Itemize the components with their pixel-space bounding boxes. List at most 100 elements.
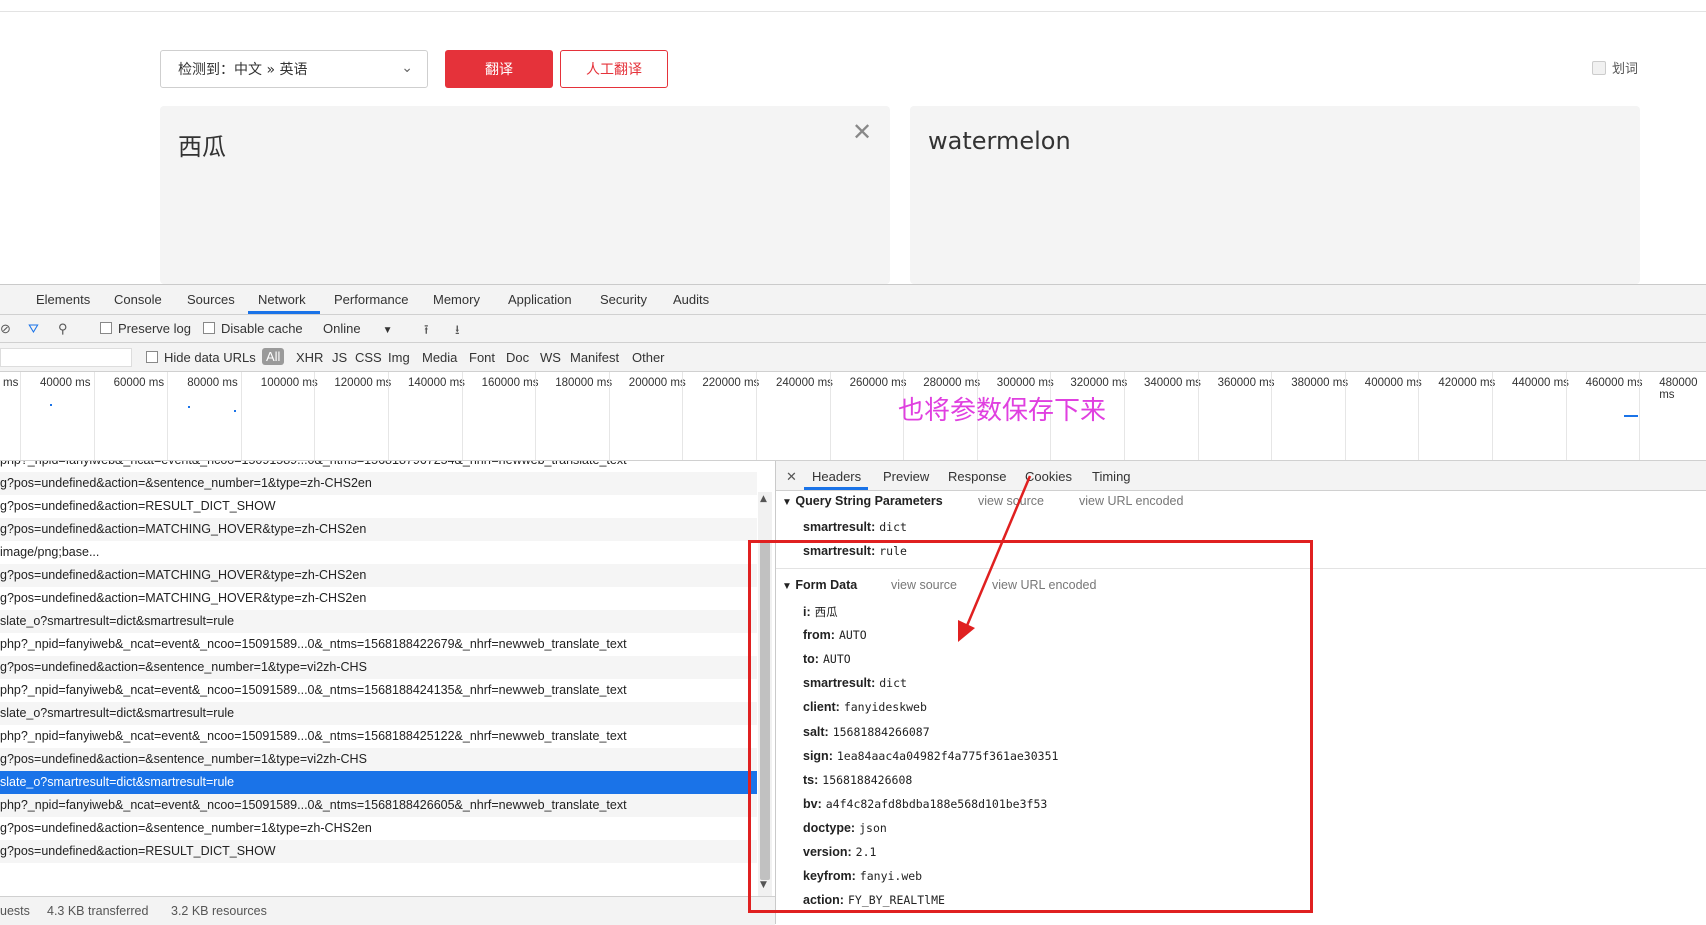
throttle-select[interactable]: Online ▼ — [323, 321, 392, 336]
timeline-tick-label: 140000 ms — [408, 377, 465, 389]
filter-all[interactable]: All — [262, 348, 285, 365]
filter-js[interactable]: JS — [332, 350, 347, 365]
timeline-gridline — [682, 372, 684, 460]
filter-other[interactable]: Other — [632, 350, 665, 365]
request-row[interactable]: php?_npid=fanyiweb&_ncat=event&_ncoo=150… — [0, 633, 757, 656]
tab-timing[interactable]: Timing — [1092, 469, 1131, 484]
filter-media[interactable]: Media — [422, 350, 457, 365]
timeline-gridline — [608, 372, 610, 460]
timeline-tick-label: 260000 ms — [849, 377, 907, 389]
filter-css[interactable]: CSS — [355, 350, 382, 365]
request-row[interactable]: g?pos=undefined&action=&sentence_number=… — [0, 656, 757, 679]
hide-data-urls-checkbox[interactable] — [146, 351, 158, 363]
human-translate-button[interactable]: 人工翻译 — [560, 50, 668, 88]
timeline-tick-label: 340000 ms — [1144, 377, 1201, 389]
tab-application[interactable]: Application — [508, 292, 572, 307]
timeline-dot — [234, 410, 236, 412]
language-select[interactable]: 检测到：中文 » 英语 ⌄ — [160, 50, 428, 88]
filter-input[interactable] — [0, 348, 132, 367]
translate-button[interactable]: 翻译 — [445, 50, 553, 88]
source-panel[interactable] — [160, 106, 890, 284]
timeline-gridline — [314, 372, 316, 460]
query-param-row: smartresult: dict — [803, 520, 907, 534]
request-row[interactable]: image/png;base... — [0, 541, 757, 564]
request-row[interactable]: php?_npid=fanyiweb&_ncat=event&_ncoo=150… — [0, 461, 757, 472]
tab-performance[interactable]: Performance — [334, 292, 408, 307]
annotation-text: 也将参数保存下来 — [898, 396, 1107, 426]
download-icon[interactable]: ⭳ — [455, 321, 460, 343]
network-timeline[interactable]: ms 40000 ms 60000 ms 80000 ms 100000 ms 12000… — [0, 372, 1706, 461]
disable-cache-option[interactable]: Disable cache — [203, 321, 303, 336]
request-row[interactable]: g?pos=undefined&action=&sentence_number=… — [0, 817, 757, 840]
request-row[interactable]: php?_npid=fanyiweb&_ncat=event&_ncoo=150… — [0, 794, 757, 817]
request-detail-tabs: ✕ Headers Preview Response Cookies Timin… — [776, 461, 1706, 491]
filter-font[interactable]: Font — [469, 350, 495, 365]
request-list[interactable]: php?_npid=fanyiweb&_ncat=event&_ncoo=150… — [0, 461, 757, 896]
word-select-label: 划词 — [1612, 62, 1639, 77]
clear-log-icon[interactable]: ⊘ — [0, 321, 11, 337]
filter-manifest[interactable]: Manifest — [570, 350, 619, 365]
request-row[interactable]: php?_npid=fanyiweb&_ncat=event&_ncoo=150… — [0, 679, 757, 702]
request-row[interactable]: slate_o?smartresult=dict&smartresult=rul… — [0, 771, 757, 794]
word-select-toggle[interactable]: 划词 — [1592, 58, 1638, 77]
request-row[interactable]: g?pos=undefined&action=MATCHING_HOVER&ty… — [0, 518, 757, 541]
tab-memory[interactable]: Memory — [433, 292, 480, 307]
word-select-checkbox[interactable] — [1592, 60, 1606, 75]
request-row[interactable]: g?pos=undefined&action=RESULT_DICT_SHOW — [0, 840, 757, 863]
disable-cache-checkbox[interactable] — [203, 322, 215, 334]
timeline-dot — [50, 404, 52, 406]
request-row[interactable]: slate_o?smartresult=dict&smartresult=rul… — [0, 702, 757, 725]
hide-data-urls-option[interactable]: Hide data URLs — [146, 350, 256, 365]
param-value: dict — [879, 520, 907, 534]
active-detail-tab-indicator — [804, 487, 868, 490]
preserve-log-option[interactable]: Preserve log — [100, 321, 191, 336]
query-view-url-encoded-link[interactable]: view URL encoded — [1079, 494, 1183, 508]
param-key: smartresult: — [803, 520, 876, 534]
preserve-log-checkbox[interactable] — [100, 322, 112, 334]
tab-audits[interactable]: Audits — [673, 292, 709, 307]
filter-ws[interactable]: WS — [540, 350, 561, 365]
filter-icon[interactable]: ⛛ — [28, 321, 39, 337]
request-row[interactable]: g?pos=undefined&action=MATCHING_HOVER&ty… — [0, 564, 757, 587]
tab-security[interactable]: Security — [600, 292, 647, 307]
request-row[interactable]: php?_npid=fanyiweb&_ncat=event&_ncoo=150… — [0, 725, 757, 748]
request-row[interactable]: g?pos=undefined&action=MATCHING_HOVER&ty… — [0, 587, 757, 610]
timeline-gridline — [240, 372, 242, 460]
timeline-gridline — [756, 372, 757, 460]
search-icon[interactable]: ⚲ — [58, 321, 68, 337]
tab-elements[interactable]: Elements — [36, 292, 90, 307]
query-view-source-link[interactable]: view source — [978, 494, 1044, 508]
request-row[interactable]: g?pos=undefined&action=&sentence_number=… — [0, 748, 757, 771]
clear-icon[interactable]: ✕ — [852, 120, 872, 144]
tab-response[interactable]: Response — [948, 469, 1007, 484]
tab-cookies[interactable]: Cookies — [1025, 469, 1072, 484]
filter-doc[interactable]: Doc — [506, 350, 529, 365]
tab-preview[interactable]: Preview — [883, 469, 929, 484]
source-text[interactable]: 西瓜 — [178, 127, 226, 162]
upload-icon[interactable]: ⭱ — [424, 321, 429, 343]
filter-img[interactable]: Img — [388, 350, 410, 365]
status-requests: uests — [0, 904, 30, 918]
tab-sources[interactable]: Sources — [187, 292, 235, 307]
request-row[interactable]: g?pos=undefined&action=RESULT_DICT_SHOW — [0, 495, 757, 518]
query-params-header[interactable]: ▼ Query String Parameters — [782, 494, 943, 508]
request-row[interactable]: slate_o?smartresult=dict&smartresult=rul… — [0, 610, 757, 633]
timeline-tick-label: 480000 ms — [1659, 377, 1698, 401]
filter-xhr[interactable]: XHR — [296, 350, 323, 365]
status-resources: 3.2 KB resources — [171, 904, 267, 918]
timeline-tick-label: 220000 ms — [702, 377, 760, 389]
timeline-gridline — [1565, 372, 1567, 460]
tab-headers[interactable]: Headers — [812, 469, 861, 484]
request-row[interactable]: g?pos=undefined&action=&sentence_number=… — [0, 472, 757, 495]
scroll-up-icon[interactable]: ▲ — [760, 494, 767, 504]
top-divider — [0, 11, 1706, 12]
timeline-gridline — [1271, 372, 1273, 460]
timeline-gridline — [93, 372, 95, 460]
timeline-tick-label: 240000 ms — [776, 377, 833, 389]
result-text: watermelon — [928, 127, 1071, 155]
close-details-icon[interactable]: ✕ — [786, 469, 797, 485]
network-toolbar: ⊘ ⛛ ⚲ Preserve log Disable cache Online ▼… — [0, 315, 1706, 343]
throttle-label: Online — [323, 321, 361, 336]
tab-console[interactable]: Console — [114, 292, 162, 307]
tab-network[interactable]: Network — [258, 292, 306, 307]
